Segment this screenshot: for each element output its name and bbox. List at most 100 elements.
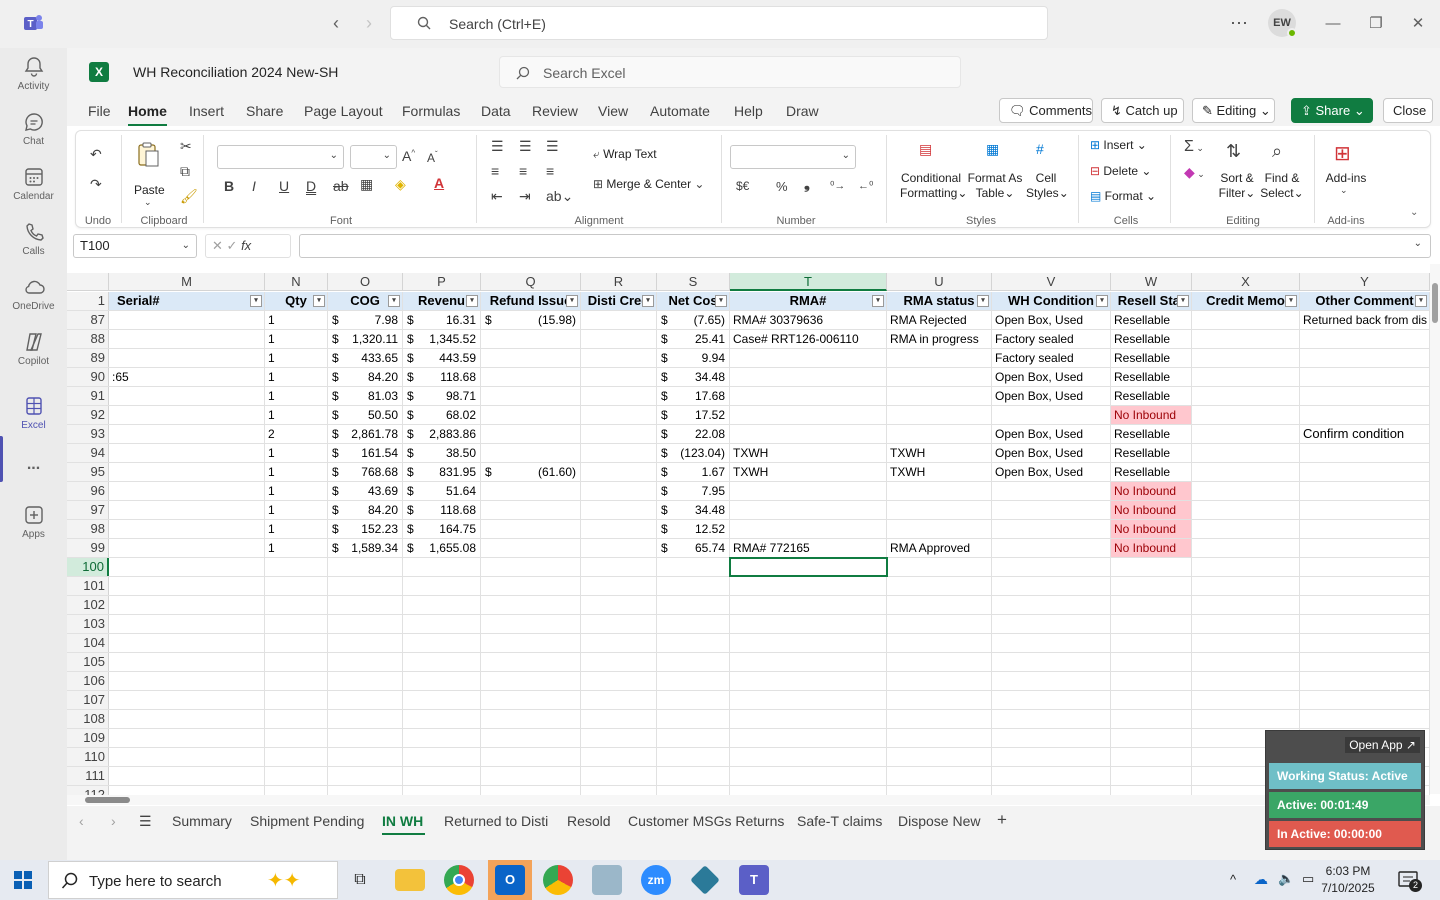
cell-N[interactable] [265, 786, 328, 795]
cell-N[interactable] [265, 653, 328, 671]
cell-R[interactable] [581, 558, 657, 576]
cell-P[interactable] [403, 558, 481, 576]
row-header[interactable]: 94 [67, 444, 109, 462]
cell-O[interactable]: $84.20 [328, 501, 403, 519]
cell-Y[interactable] [1300, 615, 1430, 633]
row-header[interactable]: 106 [67, 672, 109, 690]
cell-W[interactable] [1111, 672, 1192, 690]
cell-O[interactable]: $433.65 [328, 349, 403, 367]
cell-O[interactable]: $50.50 [328, 406, 403, 424]
tab-page-layout[interactable]: Page Layout [304, 103, 383, 119]
header-cell[interactable]: RMA status ▾ [887, 292, 992, 310]
header-cell[interactable]: Resell Stat ▾ [1111, 292, 1192, 310]
cell-X[interactable] [1192, 520, 1300, 538]
cell-X[interactable] [1192, 311, 1300, 329]
cell-W[interactable] [1111, 615, 1192, 633]
cell-V[interactable] [992, 634, 1111, 652]
cell-P[interactable]: $831.95 [403, 463, 481, 481]
collapse-ribbon-icon[interactable]: ⌄ [1410, 207, 1418, 218]
name-box[interactable]: T100 ⌄ [73, 234, 197, 258]
cell-N[interactable] [265, 767, 328, 785]
cell-P[interactable] [403, 729, 481, 747]
comments-button[interactable]: 🗨 Comments [999, 98, 1093, 123]
copy-icon[interactable]: ⧉ [180, 163, 190, 180]
cell-M[interactable] [109, 444, 265, 462]
cell-Q[interactable] [481, 539, 581, 557]
cell-N[interactable] [265, 558, 328, 576]
cell-U[interactable] [887, 634, 992, 652]
cell-X[interactable] [1192, 558, 1300, 576]
cell-Q[interactable] [481, 596, 581, 614]
row-header[interactable]: 87 [67, 311, 109, 329]
row-header[interactable]: 88 [67, 330, 109, 348]
cell-S[interactable] [657, 767, 730, 785]
cell-S[interactable]: $22.08 [657, 425, 730, 443]
cell-M[interactable] [109, 767, 265, 785]
cell-V[interactable] [992, 653, 1111, 671]
cell-S[interactable] [657, 558, 730, 576]
row-header[interactable]: 105 [67, 653, 109, 671]
cell-P[interactable] [403, 672, 481, 690]
cell-U[interactable]: TXWH [887, 444, 992, 462]
cell-W[interactable] [1111, 653, 1192, 671]
cell-Q[interactable] [481, 501, 581, 519]
cell-R[interactable] [581, 786, 657, 795]
cell-T[interactable] [730, 349, 887, 367]
cell-Q[interactable] [481, 444, 581, 462]
cell-W[interactable]: Resellable [1111, 444, 1192, 462]
cell-M[interactable] [109, 558, 265, 576]
cell-U[interactable]: RMA Rejected [887, 311, 992, 329]
cell-P[interactable] [403, 786, 481, 795]
select-all-corner[interactable] [67, 273, 109, 291]
cell-X[interactable] [1192, 444, 1300, 462]
cell-R[interactable] [581, 672, 657, 690]
cell-P[interactable]: $98.71 [403, 387, 481, 405]
cell-M[interactable] [109, 387, 265, 405]
cell-T[interactable] [730, 767, 887, 785]
network-icon[interactable]: ▭ [1302, 871, 1314, 887]
sheet-tab-in-wh[interactable]: IN WH [382, 813, 423, 829]
cell-R[interactable] [581, 311, 657, 329]
row-header[interactable]: 104 [67, 634, 109, 652]
cell-Y[interactable] [1300, 539, 1430, 557]
cell-P[interactable] [403, 596, 481, 614]
cell-X[interactable] [1192, 615, 1300, 633]
cell-T[interactable] [730, 387, 887, 405]
column-header-V[interactable]: V [992, 273, 1111, 291]
cell-Q[interactable] [481, 425, 581, 443]
cell-M[interactable] [109, 425, 265, 443]
cell-S[interactable] [657, 577, 730, 595]
sheet-tab-dispose-new[interactable]: Dispose New [898, 813, 980, 829]
paste-icon[interactable] [136, 141, 160, 172]
cell-S[interactable] [657, 786, 730, 795]
format-as-table-icon[interactable]: ▦ [986, 141, 999, 158]
cell-X[interactable] [1192, 539, 1300, 557]
cell-X[interactable] [1192, 653, 1300, 671]
app-diamond-icon[interactable] [690, 865, 720, 895]
tab-help[interactable]: Help [734, 103, 763, 119]
cell-S[interactable] [657, 596, 730, 614]
horizontal-scrollbar[interactable] [67, 795, 1430, 805]
cell-O[interactable] [328, 653, 403, 671]
cut-icon[interactable]: ✂ [180, 138, 192, 155]
row-header[interactable]: 90 [67, 368, 109, 386]
cell-W[interactable]: Resellable [1111, 368, 1192, 386]
tab-home[interactable]: Home [128, 103, 167, 119]
paste-label[interactable]: Paste [134, 183, 165, 197]
tab-review[interactable]: Review [532, 103, 578, 119]
cell-O[interactable] [328, 615, 403, 633]
cell-O[interactable]: $7.98 [328, 311, 403, 329]
filter-dropdown-icon[interactable]: ▾ [977, 295, 989, 307]
cell-T[interactable] [730, 729, 887, 747]
cell-X[interactable] [1192, 710, 1300, 728]
cell-X[interactable] [1192, 387, 1300, 405]
cell-O[interactable] [328, 558, 403, 576]
cell-P[interactable]: $118.68 [403, 368, 481, 386]
autosum-icon[interactable]: Σ ⌄ [1184, 138, 1204, 156]
open-app-button[interactable]: Open App ↗ [1345, 737, 1420, 753]
minimize-icon[interactable]: — [1321, 12, 1345, 36]
cell-U[interactable] [887, 406, 992, 424]
expand-formula-icon[interactable]: ⌄ [1414, 238, 1422, 249]
cell-U[interactable] [887, 482, 992, 500]
find-select-button[interactable]: Find & Select⌄ [1260, 171, 1304, 201]
